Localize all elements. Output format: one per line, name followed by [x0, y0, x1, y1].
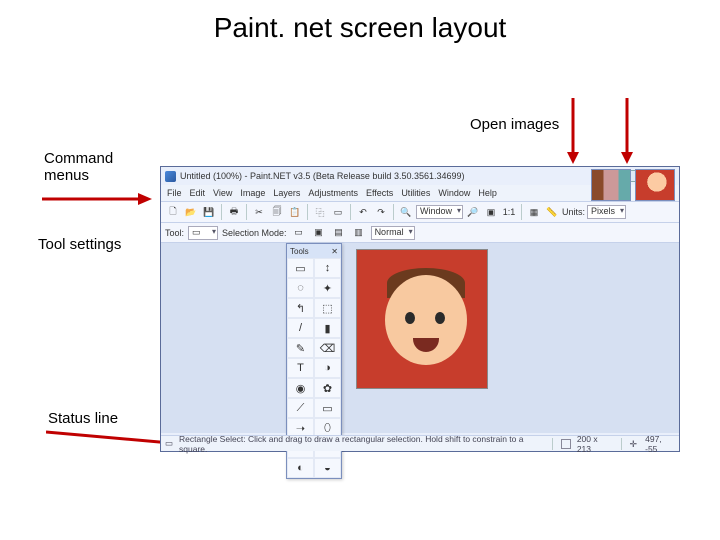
status-dimensions: 200 x 213: [577, 434, 613, 454]
menu-file[interactable]: File: [167, 188, 182, 198]
current-image[interactable]: [356, 249, 488, 389]
menu-edit[interactable]: Edit: [190, 188, 206, 198]
cut-icon[interactable]: ✂: [251, 204, 267, 220]
app-icon: [165, 171, 176, 182]
ruler-icon[interactable]: 📏: [544, 204, 560, 220]
blend-dropdown[interactable]: Normal: [371, 226, 415, 240]
menu-image[interactable]: Image: [240, 188, 265, 198]
tool-paintbrush[interactable]: ✎: [287, 338, 314, 358]
menu-window[interactable]: Window: [438, 188, 470, 198]
paste-icon[interactable]: 📋: [287, 204, 303, 220]
callout-open-images: Open images: [470, 116, 559, 133]
toolbox-title: Tools: [290, 247, 309, 256]
callout-status-line: Status line: [48, 410, 118, 427]
grid-icon[interactable]: ▦: [526, 204, 542, 220]
units-select[interactable]: Pixels: [587, 205, 626, 219]
tool-settings-bar: Tool: ▭ Selection Mode: ▭ ▣ ▤ ▥ Normal: [161, 223, 679, 243]
callout-tool-settings: Tool settings: [38, 236, 121, 253]
main-toolbar: 🗋 📂 💾 🖶 ✂ 🗐 📋 ⿻ ▭ ↶ ↷ 🔍 Window 🔎 ▣ 1:1 ▦…: [161, 201, 679, 223]
mode-add-icon[interactable]: ▣: [311, 225, 327, 241]
tool-label: Tool:: [165, 228, 184, 238]
thumb-2[interactable]: [635, 169, 675, 201]
separator-icon: [221, 204, 222, 220]
zoom-actual-icon[interactable]: 1:1: [501, 204, 517, 220]
menu-utilities[interactable]: Utilities: [401, 188, 430, 198]
separator-icon: [350, 204, 351, 220]
arrow-open-images-2: [620, 98, 634, 164]
open-image-thumbnails: [591, 169, 675, 201]
menu-view[interactable]: View: [213, 188, 232, 198]
menu-effects[interactable]: Effects: [366, 188, 393, 198]
status-bar: ▭ Rectangle Select: Click and drag to dr…: [161, 435, 679, 451]
deselect-icon[interactable]: ▭: [330, 204, 346, 220]
tool-color-picker[interactable]: ◒: [314, 458, 341, 478]
status-tool-icon: ▭: [165, 438, 173, 449]
mode-sub-icon[interactable]: ▤: [331, 225, 347, 241]
tool-text[interactable]: T: [287, 358, 314, 378]
zoom-fit-icon[interactable]: ▣: [483, 204, 499, 220]
mode-label: Selection Mode:: [222, 228, 287, 238]
menu-help[interactable]: Help: [478, 188, 497, 198]
tool-ellipse-select[interactable]: ↰: [287, 298, 314, 318]
thumb-1[interactable]: [591, 169, 631, 201]
crop-icon[interactable]: ⿻: [312, 204, 328, 220]
separator-icon: [393, 204, 394, 220]
zoom-select[interactable]: Window: [416, 205, 463, 219]
status-hint: Rectangle Select: Click and drag to draw…: [179, 434, 538, 454]
tool-recolor[interactable]: ◐: [287, 458, 314, 478]
slide-title: Paint. net screen layout: [0, 0, 720, 44]
mode-replace-icon[interactable]: ▭: [291, 225, 307, 241]
zoom-in-icon[interactable]: 🔍: [398, 204, 414, 220]
mode-int-icon[interactable]: ▥: [351, 225, 367, 241]
status-position: 497, -55: [645, 434, 675, 454]
tool-move-selection[interactable]: ✦: [314, 278, 341, 298]
units-label: Units:: [562, 207, 585, 217]
separator-icon: [246, 204, 247, 220]
paintnet-window: Untitled (100%) - Paint.NET v3.5 (Beta R…: [160, 166, 680, 452]
tool-magic-wand[interactable]: /: [287, 318, 314, 338]
window-title: Untitled (100%) - Paint.NET v3.5 (Beta R…: [180, 171, 465, 181]
dimensions-icon: [561, 439, 571, 449]
tool-line[interactable]: ⟋: [287, 398, 314, 418]
tool-move[interactable]: ↕: [314, 258, 341, 278]
arrow-open-images-1: [566, 98, 580, 164]
arrow-command-menus: [42, 192, 152, 206]
new-icon[interactable]: 🗋: [165, 204, 181, 220]
redo-icon[interactable]: ↷: [373, 204, 389, 220]
tool-shapes[interactable]: ◉: [287, 378, 314, 398]
tool-dropdown[interactable]: ▭: [188, 226, 218, 240]
callout-command-menus: Command menus: [44, 150, 113, 184]
menu-adjustments[interactable]: Adjustments: [308, 188, 358, 198]
toolbox-close-icon[interactable]: ✕: [331, 247, 338, 256]
position-icon: ✛: [630, 439, 640, 449]
separator-icon: [307, 204, 308, 220]
copy-icon[interactable]: 🗐: [269, 204, 285, 220]
separator-icon: [521, 204, 522, 220]
tool-rect-select[interactable]: ▭: [287, 258, 314, 278]
tool-fill[interactable]: ◑: [314, 358, 341, 378]
tool-lasso[interactable]: ◌: [287, 278, 314, 298]
undo-icon[interactable]: ↶: [355, 204, 371, 220]
save-icon[interactable]: 💾: [201, 204, 217, 220]
tool-eraser[interactable]: ⌫: [314, 338, 341, 358]
canvas-area[interactable]: Tools ✕ ▭ ↕ ◌ ✦ ↰ ⬚ / ▮ ✎ ⌫ T ◑ ◉ ✿ ⟋ ▭ …: [161, 243, 679, 433]
print-icon[interactable]: 🖶: [226, 204, 242, 220]
zoom-out-icon[interactable]: 🔎: [465, 204, 481, 220]
menu-layers[interactable]: Layers: [273, 188, 300, 198]
open-icon[interactable]: 📂: [183, 204, 199, 220]
tool-rect[interactable]: ▭: [314, 398, 341, 418]
tool-zoom[interactable]: ⬚: [314, 298, 341, 318]
tool-gradient[interactable]: ✿: [314, 378, 341, 398]
tool-pan[interactable]: ▮: [314, 318, 341, 338]
